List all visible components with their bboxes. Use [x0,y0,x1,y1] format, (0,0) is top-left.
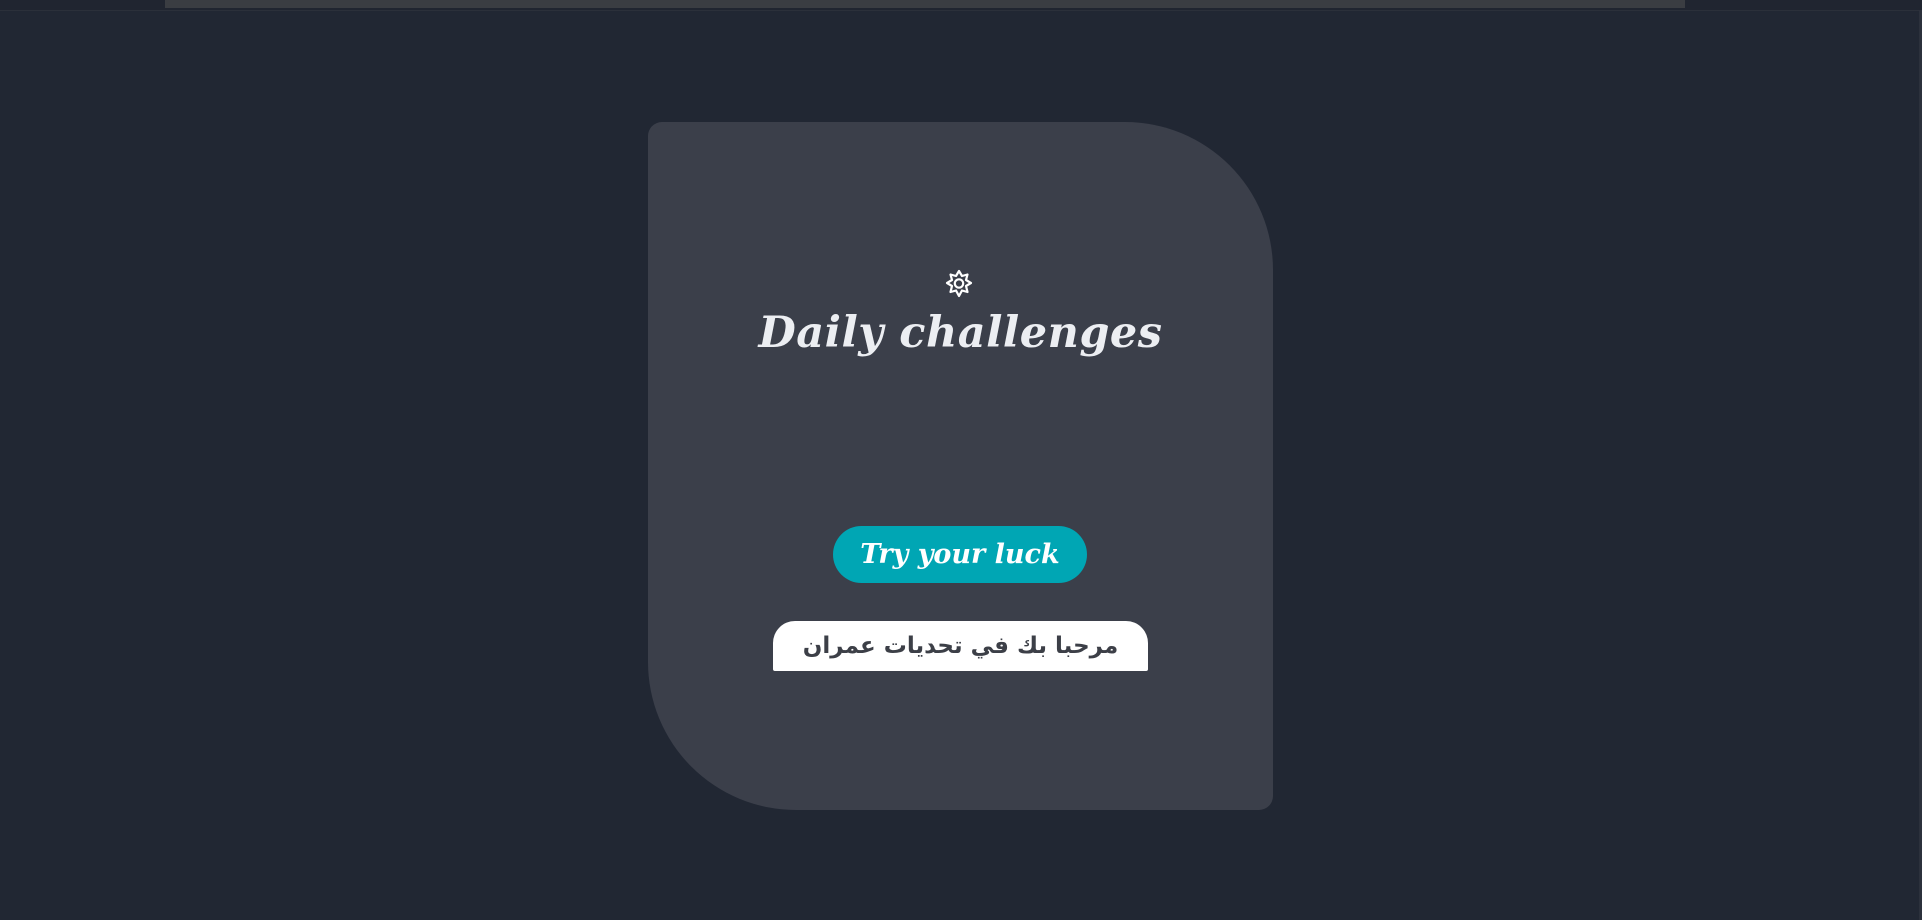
browser-top-bar [0,0,1922,11]
try-your-luck-button[interactable]: Try your luck [833,526,1087,583]
top-scrollbar[interactable] [165,0,1685,8]
gear-icon [943,268,975,300]
challenge-card: Daily challenges Try your luck مرحبا بك … [648,122,1273,810]
welcome-message: مرحبا بك في تحديات عمران [773,621,1148,671]
page-title: Daily challenges [758,308,1163,358]
